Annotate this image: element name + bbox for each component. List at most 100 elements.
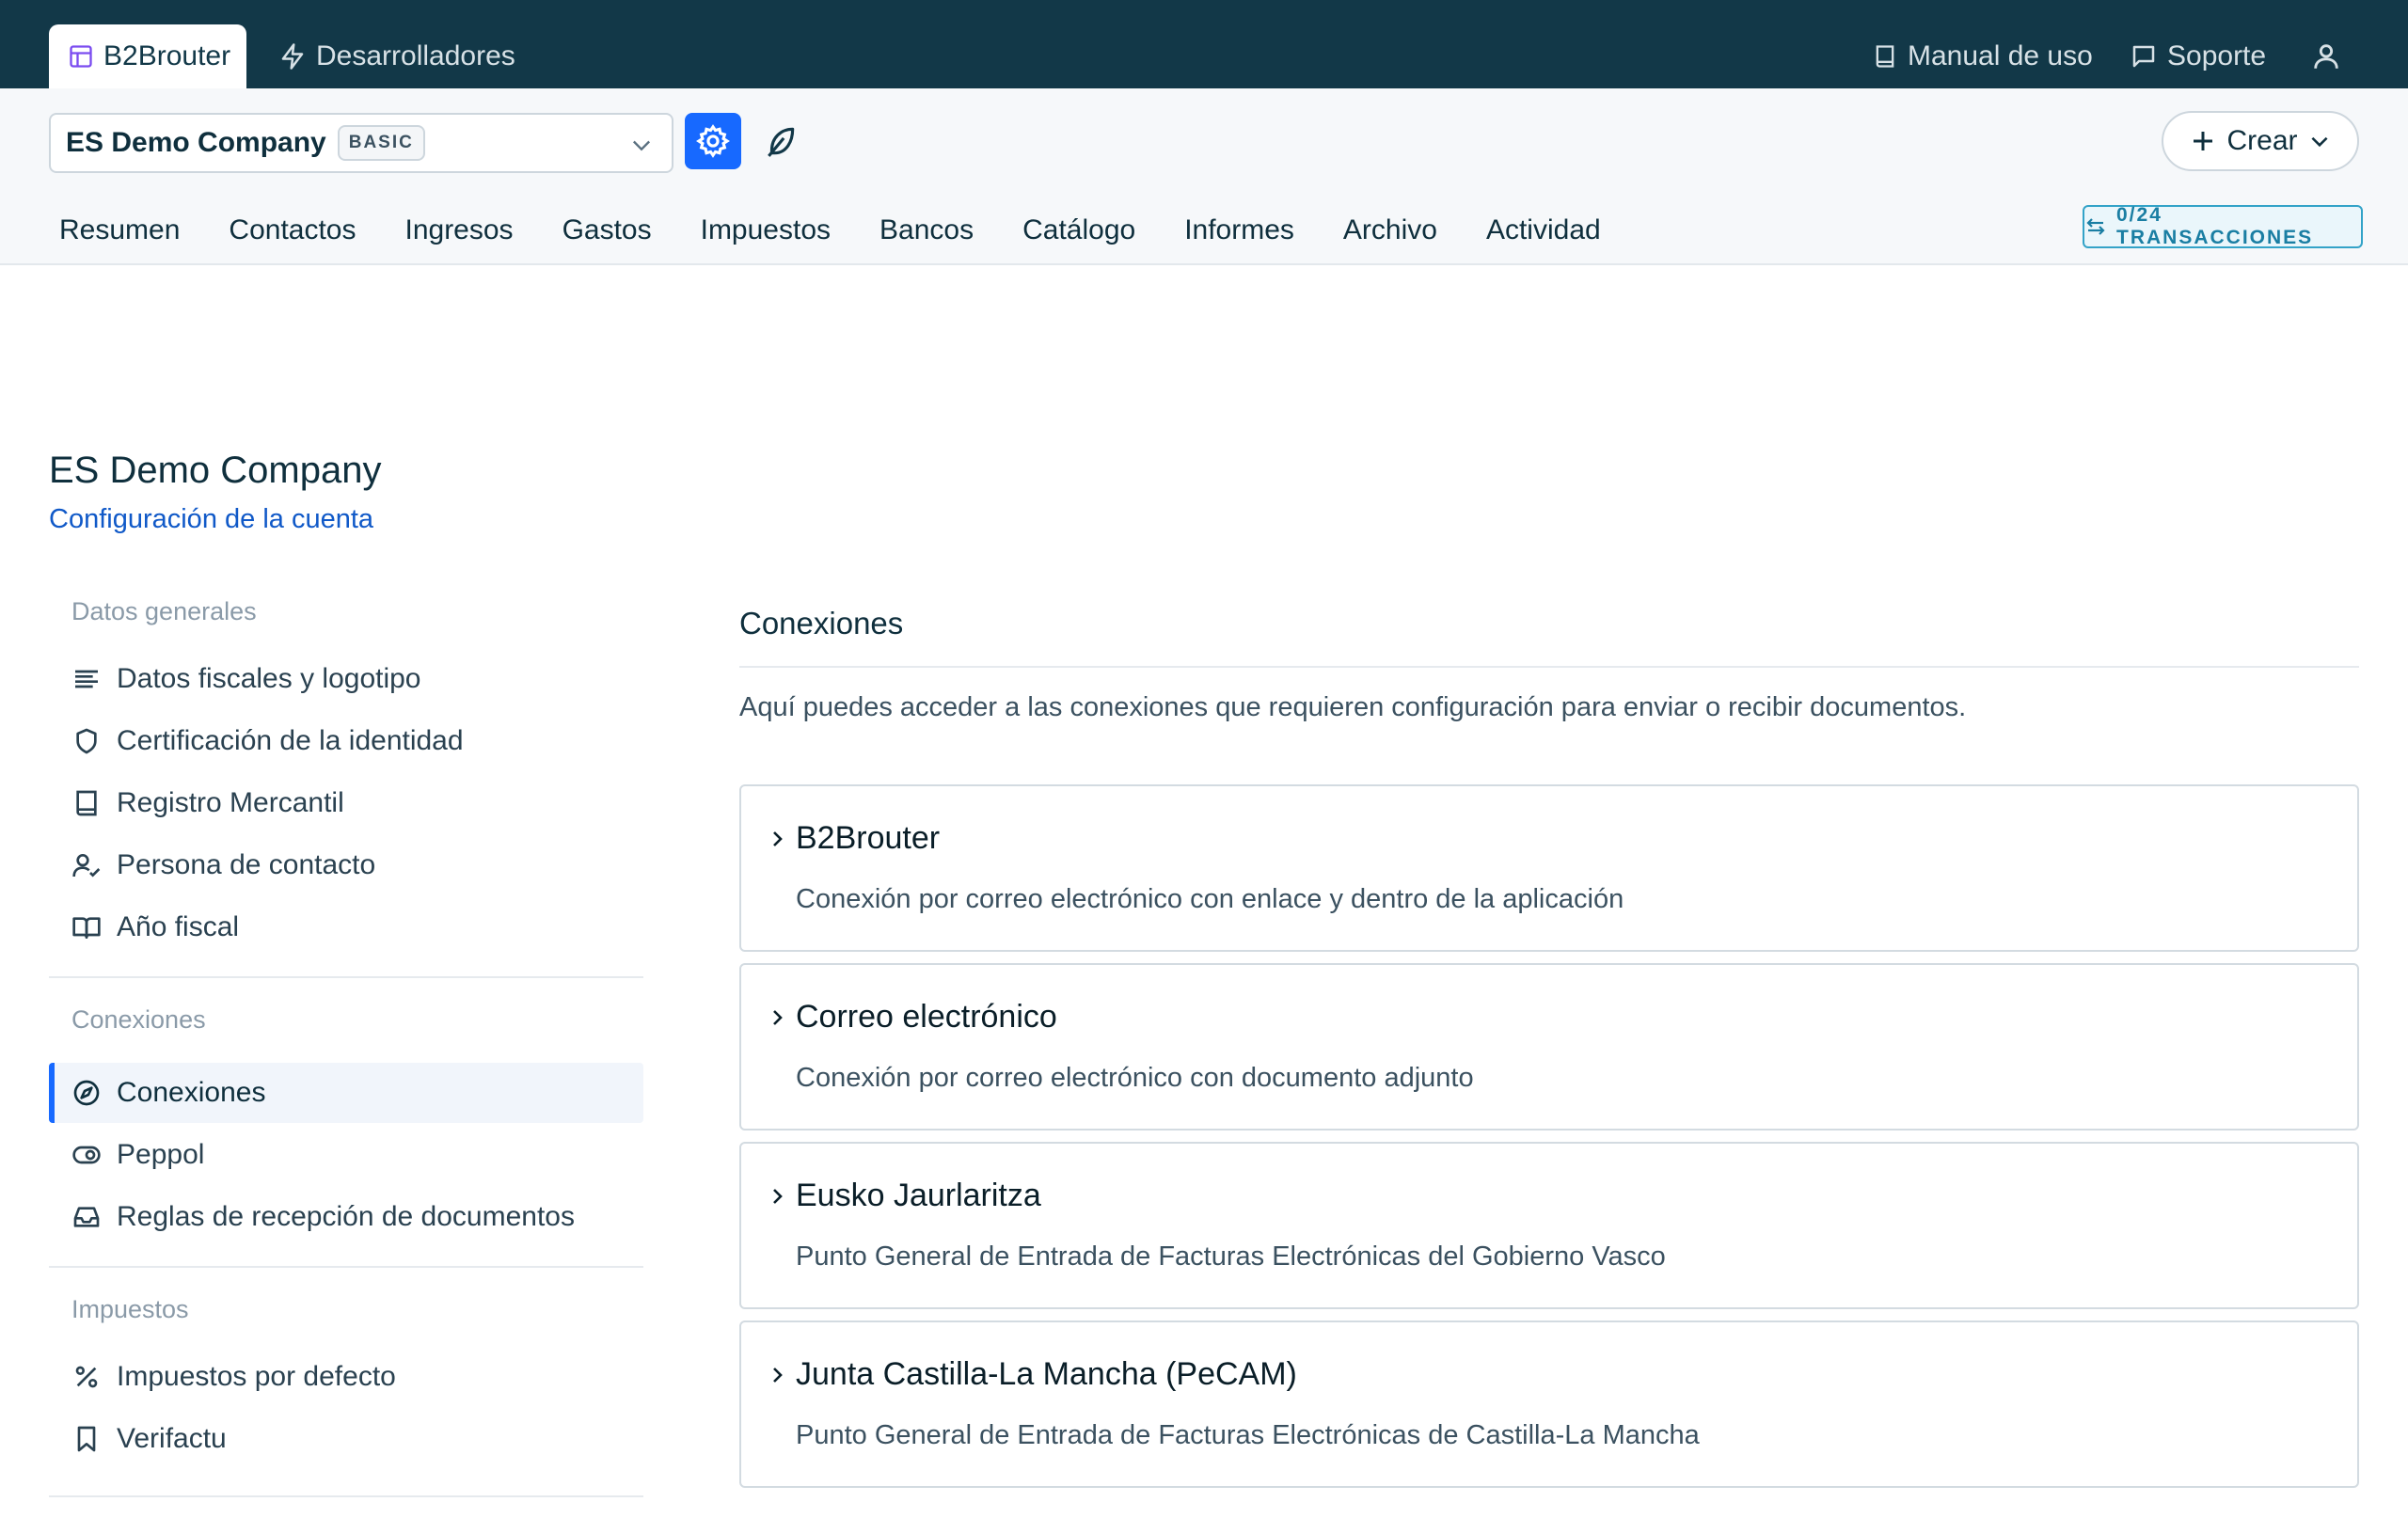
- tab-label: B2Brouter: [103, 40, 231, 71]
- percent-icon: [71, 1362, 102, 1392]
- chevron-right-icon: [766, 1185, 788, 1208]
- sidebar-divider: [49, 1266, 643, 1268]
- company-toolbar: ES Demo Company BASIC Crear Resumen Cont…: [0, 88, 2408, 265]
- sidebar-item-label: Año fiscal: [117, 911, 240, 942]
- connection-description: Punto General de Entrada de Facturas Ele…: [796, 1420, 1700, 1450]
- chevron-down-icon: [628, 132, 655, 158]
- message-square-icon: [2130, 42, 2158, 71]
- nav-bancos[interactable]: Bancos: [879, 214, 974, 246]
- nav-catalogo[interactable]: Catálogo: [1022, 214, 1135, 246]
- chevron-right-icon: [766, 828, 788, 850]
- compass-icon: [71, 1078, 102, 1108]
- settings-sidebar: Datos generales Datos fiscales y logotip…: [49, 591, 643, 1518]
- create-button[interactable]: Crear: [2162, 111, 2359, 171]
- sidebar-item-registro-mercantil[interactable]: Registro Mercantil: [49, 773, 643, 833]
- layout-icon: [68, 43, 94, 70]
- sidebar-item-reglas-recepcion[interactable]: Reglas de recepción de documentos: [49, 1187, 643, 1247]
- shield-icon: [71, 726, 102, 756]
- connection-description: Conexión por correo electrónico con enla…: [796, 884, 1624, 914]
- sidebar-item-label: Impuestos por defecto: [117, 1361, 396, 1392]
- sidebar-group-label: Datos generales: [71, 596, 257, 625]
- nav-contactos[interactable]: Contactos: [229, 214, 356, 246]
- sidebar-item-peppol[interactable]: Peppol: [49, 1125, 643, 1185]
- book-open-icon: [71, 912, 102, 942]
- support-link[interactable]: Soporte: [2130, 24, 2266, 88]
- company-name: ES Demo Company: [66, 127, 326, 158]
- inbox-icon: [71, 1202, 102, 1232]
- connection-title-text: Correo electrónico: [796, 999, 1057, 1035]
- tab-label: Desarrolladores: [316, 40, 515, 71]
- feather-icon: [763, 123, 799, 159]
- section-description: Aquí puedes acceder a las conexiones que…: [739, 692, 1967, 722]
- lightning-icon: [278, 42, 307, 71]
- manual-label: Manual de uso: [1908, 40, 2093, 71]
- user-icon: [2310, 40, 2342, 72]
- top-bar: B2Brouter Desarrolladores Manual de uso …: [0, 0, 2408, 88]
- section-divider: [739, 666, 2359, 668]
- sidebar-item-datos-fiscales[interactable]: Datos fiscales y logotipo: [49, 649, 643, 709]
- chevron-right-icon: [766, 1006, 788, 1029]
- transactions-count: 0/24 TRANSACCIONES: [2116, 204, 2314, 248]
- arrows-exchange-icon: [2084, 215, 2107, 238]
- connection-card-eusko-jaurlaritza[interactable]: Eusko Jaurlaritza Punto General de Entra…: [739, 1142, 2359, 1309]
- transactions-badge[interactable]: 0/24 TRANSACCIONES: [2083, 204, 2363, 248]
- connection-title-text: B2Brouter: [796, 820, 941, 856]
- book-icon: [71, 788, 102, 818]
- company-selector[interactable]: ES Demo Company BASIC: [49, 113, 673, 173]
- book-icon: [1872, 42, 1898, 71]
- connection-title-text: Junta Castilla-La Mancha (PeCAM): [796, 1356, 1297, 1392]
- sidebar-item-label: Conexiones: [117, 1077, 266, 1108]
- bookmark-icon: [71, 1424, 102, 1454]
- nav-ingresos[interactable]: Ingresos: [404, 214, 513, 246]
- sidebar-item-label: Persona de contacto: [117, 849, 376, 880]
- plus-icon: [2189, 127, 2217, 155]
- connection-title-text: Eusko Jaurlaritza: [796, 1178, 1041, 1213]
- sidebar-divider: [49, 1495, 643, 1497]
- nav-gastos[interactable]: Gastos: [562, 214, 652, 246]
- tab-b2brouter[interactable]: B2Brouter: [49, 24, 246, 88]
- chevron-right-icon: [766, 1364, 788, 1386]
- sidebar-divider: [49, 976, 643, 978]
- sidebar-item-label: Registro Mercantil: [117, 787, 344, 818]
- connections-panel: Conexiones Aquí puedes acceder a las con…: [739, 591, 2359, 1499]
- connection-title: B2Brouter: [766, 820, 940, 857]
- page-subtitle: Configuración de la cuenta: [49, 504, 374, 534]
- connection-card-b2brouter[interactable]: B2Brouter Conexión por correo electrónic…: [739, 784, 2359, 952]
- tab-desarrolladores[interactable]: Desarrolladores: [260, 24, 534, 88]
- connection-description: Conexión por correo electrónico con docu…: [796, 1063, 1474, 1093]
- connection-list: B2Brouter Conexión por correo electrónic…: [739, 784, 2359, 1488]
- connection-title: Junta Castilla-La Mancha (PeCAM): [766, 1356, 1297, 1393]
- plan-badge: BASIC: [337, 125, 425, 161]
- sidebar-item-verifactu[interactable]: Verifactu: [49, 1409, 643, 1469]
- nav-resumen[interactable]: Resumen: [59, 214, 180, 246]
- section-title: Conexiones: [739, 606, 904, 640]
- sidebar-item-label: Datos fiscales y logotipo: [117, 663, 421, 694]
- nav-impuestos[interactable]: Impuestos: [701, 214, 831, 246]
- user-check-icon: [71, 850, 102, 880]
- connection-title: Correo electrónico: [766, 999, 1057, 1036]
- sidebar-item-impuestos-defecto[interactable]: Impuestos por defecto: [49, 1347, 643, 1407]
- sidebar-item-persona-contacto[interactable]: Persona de contacto: [49, 835, 643, 895]
- sidebar-group-label: Impuestos: [71, 1294, 189, 1323]
- sidebar-item-label: Peppol: [117, 1139, 205, 1170]
- chevron-down-icon: [2307, 129, 2332, 153]
- settings-button[interactable]: [685, 113, 741, 169]
- sidebar-item-label: Verifactu: [117, 1423, 227, 1454]
- toggle-icon: [71, 1140, 102, 1170]
- connection-card-correo[interactable]: Correo electrónico Conexión por correo e…: [739, 963, 2359, 1131]
- gear-icon: [695, 123, 731, 159]
- sidebar-item-ano-fiscal[interactable]: Año fiscal: [49, 897, 643, 957]
- main-nav: Resumen Contactos Ingresos Gastos Impues…: [0, 207, 1601, 254]
- sidebar-item-conexiones[interactable]: Conexiones: [49, 1063, 643, 1123]
- nav-actividad[interactable]: Actividad: [1486, 214, 1601, 246]
- sidebar-item-certificacion[interactable]: Certificación de la identidad: [49, 711, 643, 771]
- sidebar-group-label: Conexiones: [71, 1004, 206, 1034]
- page-title: ES Demo Company: [49, 450, 382, 491]
- user-menu[interactable]: [2310, 24, 2342, 88]
- nav-archivo[interactable]: Archivo: [1343, 214, 1437, 246]
- nav-informes[interactable]: Informes: [1184, 214, 1294, 246]
- sidebar-item-label: Certificación de la identidad: [117, 725, 464, 756]
- feather-button[interactable]: [756, 117, 805, 166]
- manual-link[interactable]: Manual de uso: [1872, 24, 2093, 88]
- connection-card-pecam[interactable]: Junta Castilla-La Mancha (PeCAM) Punto G…: [739, 1320, 2359, 1488]
